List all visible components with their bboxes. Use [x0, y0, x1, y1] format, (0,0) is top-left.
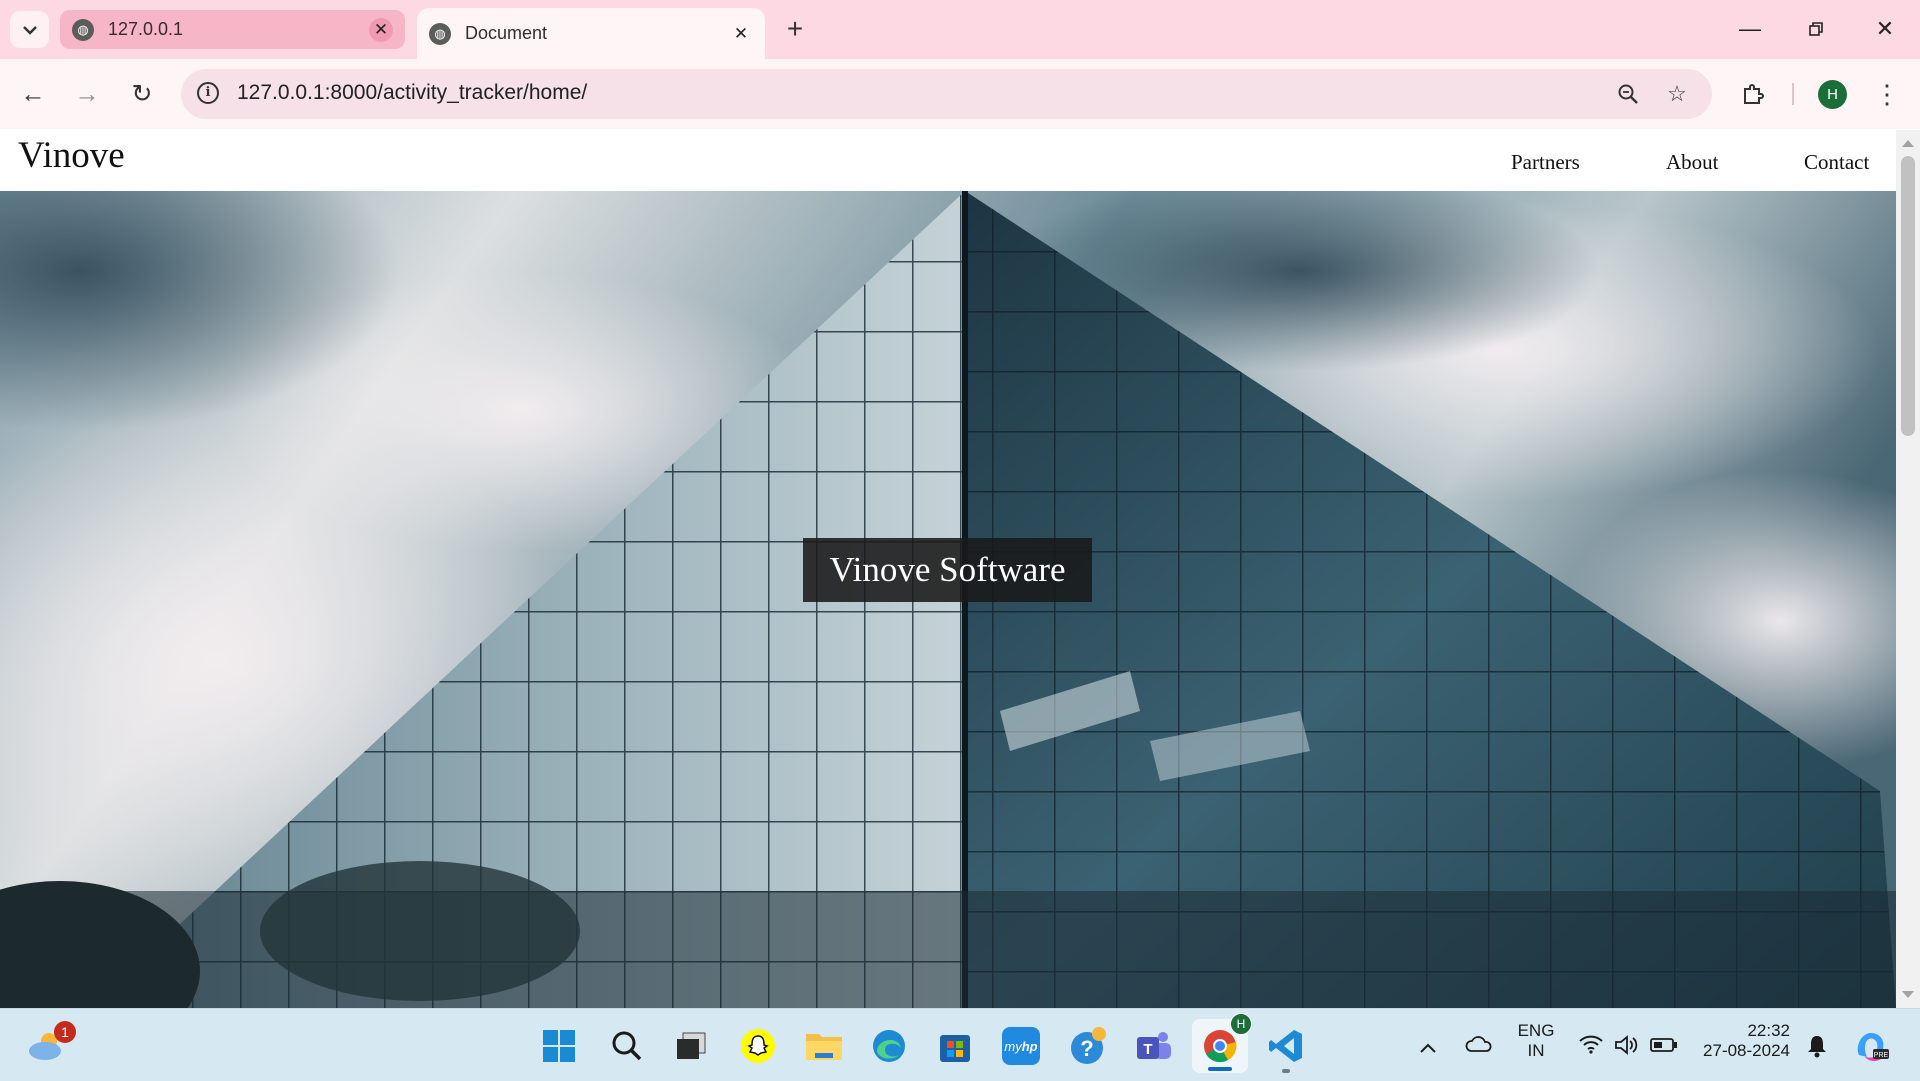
start-button[interactable]	[538, 1025, 580, 1067]
nav-link-about[interactable]: About	[1666, 150, 1719, 175]
tab-title: 127.0.0.1	[108, 19, 184, 39]
chevron-down-icon	[22, 25, 37, 35]
puzzle-icon	[1744, 84, 1764, 104]
task-view-button[interactable]	[670, 1025, 712, 1067]
search-icon	[612, 1031, 642, 1061]
chrome-icon	[1204, 1030, 1237, 1063]
task-view-icon	[677, 1032, 706, 1059]
copilot-app[interactable]: PRE	[1850, 1025, 1892, 1067]
taskbar-search-button[interactable]	[606, 1025, 648, 1067]
onedrive-sync-icon[interactable]	[1465, 1034, 1493, 1060]
zoom-icon[interactable]	[1613, 79, 1643, 109]
wifi-icon[interactable]	[1578, 1034, 1604, 1060]
new-tab-button[interactable]: +	[780, 13, 810, 44]
scroll-down-arrow-icon[interactable]	[1902, 991, 1914, 998]
weather-widget[interactable]: 1	[26, 1021, 76, 1067]
extensions-icon[interactable]	[1736, 77, 1770, 111]
teams-app[interactable]: T	[1133, 1025, 1175, 1067]
running-indicator	[1208, 1067, 1232, 1071]
back-button[interactable]: ←	[16, 77, 50, 111]
globe-icon: ◍	[429, 22, 451, 45]
copilot-icon: PRE	[1857, 1033, 1889, 1062]
region-code: IN	[1527, 1041, 1545, 1060]
tab-document[interactable]: ◍ Document ✕	[417, 8, 765, 59]
globe-icon: ◍	[72, 18, 94, 41]
file-explorer-icon	[806, 1034, 842, 1060]
teams-icon: T	[1137, 1032, 1171, 1059]
edge-app[interactable]	[868, 1025, 910, 1067]
chrome-app[interactable]: H	[1192, 1013, 1252, 1073]
snapchat-app[interactable]	[737, 1025, 779, 1067]
toolbar-separator	[1792, 83, 1794, 105]
language-indicator[interactable]: ENG IN	[1516, 1021, 1556, 1061]
reload-button[interactable]: ↻	[125, 77, 159, 111]
volume-icon[interactable]	[1614, 1034, 1640, 1062]
notification-badge: 1	[54, 1021, 76, 1043]
clock-date: 27-08-2024	[1703, 1041, 1790, 1060]
close-icon[interactable]: ✕	[729, 22, 753, 46]
help-icon: ?	[1071, 1027, 1106, 1064]
scroll-up-arrow-icon[interactable]	[1902, 140, 1914, 147]
browser-toolbar: ← → ↻ i 127.0.0.1:8000/activity_tracker/…	[0, 59, 1920, 129]
tab-127-0-0-1[interactable]: ◍ 127.0.0.1 ✕	[60, 10, 405, 49]
menu-kebab-icon[interactable]: ⋮	[1870, 77, 1904, 111]
restore-icon	[1809, 22, 1823, 36]
profile-badge: H	[1230, 1013, 1252, 1035]
clock[interactable]: 22:32 27-08-2024	[1698, 1021, 1790, 1061]
forward-button[interactable]: →	[70, 77, 104, 111]
store-icon	[940, 1035, 970, 1062]
svg-text:?: ?	[1080, 1036, 1093, 1061]
show-hidden-icons-chevron-icon[interactable]	[1419, 1034, 1437, 1060]
edge-icon	[873, 1030, 905, 1062]
site-navbar: Vinove Partners About Contact	[0, 130, 1896, 190]
brand-logo[interactable]: Vinove	[18, 134, 125, 177]
file-explorer-app[interactable]	[803, 1025, 845, 1067]
tab-title: Document	[465, 23, 548, 43]
microsoft-store-app[interactable]	[934, 1025, 976, 1067]
vscode-app[interactable]	[1265, 1025, 1307, 1073]
minimize-button[interactable]: —	[1725, 12, 1775, 46]
start-icon	[543, 1030, 575, 1062]
scrollbar-thumb[interactable]	[1901, 156, 1915, 436]
hero-title: Vinove Software	[803, 538, 1092, 602]
myhp-icon: myhp	[1004, 1038, 1038, 1054]
magnifier-zoom-icon	[1618, 84, 1638, 104]
notification-bell-icon[interactable]	[1806, 1034, 1828, 1064]
snapchat-icon	[741, 1029, 775, 1063]
svg-text:T: T	[1143, 1041, 1152, 1058]
close-icon[interactable]: ✕	[369, 17, 393, 42]
page-viewport: Vinove Partners About Contact Vinove Sof…	[0, 130, 1896, 1008]
running-indicator	[1282, 1069, 1290, 1073]
get-help-app[interactable]: ?	[1068, 1025, 1110, 1067]
hero-section: Vinove Software	[0, 191, 1896, 1008]
site-info-icon[interactable]: i	[197, 82, 219, 104]
tab-search-button[interactable]	[10, 11, 49, 48]
tab-strip: ◍ 127.0.0.1 ✕ ◍ Document ✕ + — ✕	[0, 0, 1920, 59]
svg-text:PRE: PRE	[1874, 1052, 1889, 1059]
close-window-button[interactable]: ✕	[1860, 12, 1910, 46]
myhp-app[interactable]: myhp	[1002, 1027, 1040, 1065]
language-code: ENG	[1517, 1021, 1555, 1040]
page-scrollbar[interactable]	[1896, 130, 1920, 1008]
address-text[interactable]: 127.0.0.1:8000/activity_tracker/home/	[237, 81, 587, 105]
address-bar[interactable]: i 127.0.0.1:8000/activity_tracker/home/ …	[181, 69, 1712, 119]
nav-link-contact[interactable]: Contact	[1804, 150, 1869, 175]
restore-button[interactable]	[1791, 12, 1841, 46]
profile-avatar[interactable]: H	[1818, 80, 1847, 109]
nav-link-partners[interactable]: Partners	[1511, 150, 1580, 175]
bookmark-star-icon[interactable]: ☆	[1662, 79, 1692, 109]
clock-time: 22:32	[1747, 1021, 1790, 1040]
vscode-icon	[1269, 1030, 1302, 1062]
windows-taskbar: 1 myhp ? T H ENG IN 22:32 27-08-2024 PRE	[0, 1008, 1920, 1081]
battery-icon[interactable]	[1650, 1034, 1678, 1060]
